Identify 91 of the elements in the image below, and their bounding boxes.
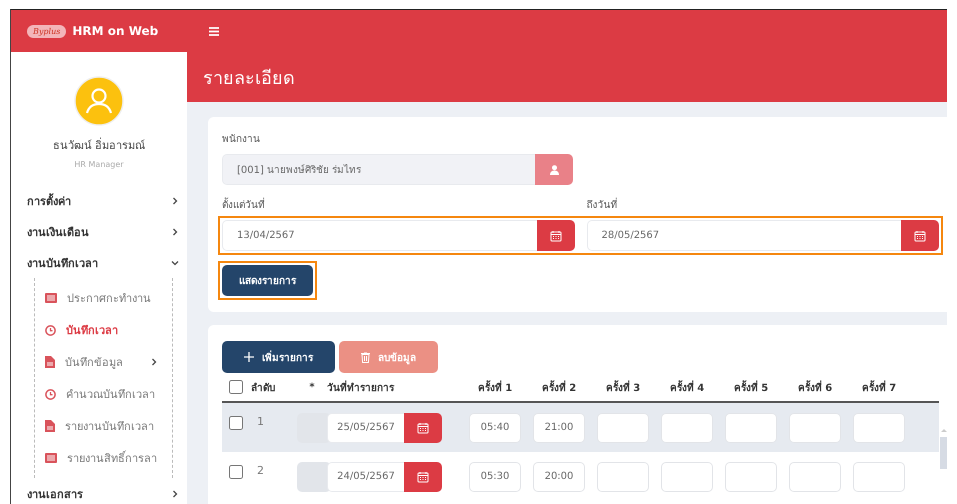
- submenu-label: รายงานบันทึกเวลา: [65, 419, 155, 435]
- date-field[interactable]: 25/05/2567: [327, 412, 404, 442]
- field-label: พนักงาน: [222, 133, 261, 146]
- submenu-label: ประกาศกะทำงาน: [67, 291, 152, 307]
- submenu-item[interactable]: คำนวณบันทึกเวลา: [35, 378, 172, 410]
- column-header: ครั้งที่ 4: [655, 380, 719, 394]
- employee-field[interactable]: [001] นายพงษ์ศิริชัย ร่มไทร: [222, 154, 535, 185]
- user-role: HR Manager: [74, 160, 124, 169]
- time-field[interactable]: 05:30: [469, 462, 521, 492]
- column-header: ครั้งที่ 1: [463, 380, 527, 394]
- chevron-right-icon: [171, 490, 179, 498]
- calendar-icon: [417, 422, 429, 434]
- menu-label: งานเงินเดือน: [27, 224, 89, 240]
- submenu-item[interactable]: รายงานสิทธิ์การลา: [35, 442, 172, 474]
- chevron-right-icon: [171, 196, 179, 204]
- column-header: ลำดับ: [251, 382, 276, 394]
- field-label: ตั้งแต่วันที่: [222, 197, 574, 212]
- status-field: [297, 462, 331, 492]
- menu-icon[interactable]: [209, 26, 219, 36]
- menu-item[interactable]: การตั้งค่า: [27, 185, 179, 216]
- chevron-right-icon: [171, 228, 179, 236]
- list-icon: [45, 293, 57, 303]
- time-field[interactable]: [597, 462, 649, 492]
- calendar-button[interactable]: [404, 412, 442, 442]
- time-field[interactable]: [661, 412, 713, 442]
- avatar-icon: [74, 76, 124, 126]
- column-header: ครั้งที่ 2: [527, 380, 591, 394]
- user-picker-button[interactable]: [535, 154, 573, 185]
- show-button[interactable]: แสดงรายการ: [222, 265, 313, 296]
- time-field[interactable]: [789, 462, 841, 492]
- submenu-label: รายงานสิทธิ์การลา: [67, 450, 158, 467]
- date-field[interactable]: 28/05/2567: [586, 220, 901, 251]
- menu-item[interactable]: งานเงินเดือน: [27, 216, 179, 247]
- clock-icon: [45, 324, 56, 336]
- row-number: 1: [256, 415, 265, 428]
- column-header: ครั้งที่ 5: [719, 380, 783, 394]
- submenu-label: บันทึกข้อมูล: [65, 355, 124, 371]
- date-field[interactable]: 13/04/2567: [222, 220, 536, 251]
- time-field[interactable]: [725, 412, 777, 442]
- menu-label: การตั้งค่า: [27, 192, 71, 210]
- time-field[interactable]: 21:00: [533, 412, 585, 442]
- submenu-item[interactable]: รายงานบันทึกเวลา: [35, 410, 172, 442]
- user-icon: [550, 164, 558, 174]
- chevron-right-icon: [150, 358, 158, 366]
- row-checkbox[interactable]: [229, 465, 243, 479]
- trash-icon: [361, 352, 370, 362]
- menu-item[interactable]: งานเอกสาร: [27, 478, 179, 504]
- time-field[interactable]: [725, 462, 777, 492]
- submenu-label: บันทึกเวลา: [66, 323, 119, 339]
- app-title: HRM on Web: [72, 24, 158, 38]
- submenu-label: คำนวณบันทึกเวลา: [66, 387, 156, 403]
- file-icon: [45, 420, 55, 432]
- column-header: ครั้งที่ 7: [847, 380, 911, 394]
- date-field[interactable]: 24/05/2567: [327, 462, 404, 492]
- calendar-button[interactable]: [536, 220, 574, 251]
- submenu-item[interactable]: บันทึกข้อมูล: [35, 346, 172, 378]
- user-name: ธนวัฒน์ อิ่มอารมณ์: [52, 136, 146, 154]
- calendar-icon: [550, 230, 562, 242]
- menu-label: งานบันทึกเวลา: [27, 256, 98, 272]
- time-field[interactable]: [853, 462, 905, 492]
- submenu-item[interactable]: บันทึกเวลา: [35, 314, 172, 346]
- file-icon: [45, 356, 55, 368]
- submenu-item[interactable]: ประกาศกะทำงาน: [35, 282, 172, 314]
- brand-logo: Byplus: [27, 24, 66, 38]
- field-label: ถึงวันที่: [586, 197, 939, 212]
- column-header: *: [308, 382, 316, 392]
- page-title: รายละเอียด: [203, 66, 295, 90]
- clock-icon: [45, 388, 56, 400]
- time-field[interactable]: [597, 412, 649, 442]
- chevron-down-icon: [171, 258, 179, 266]
- column-header: ครั้งที่ 3: [591, 380, 655, 394]
- time-field[interactable]: 20:00: [533, 462, 585, 492]
- time-field[interactable]: 05:40: [469, 412, 521, 442]
- calendar-button[interactable]: [901, 220, 939, 251]
- calendar-button[interactable]: [404, 462, 442, 492]
- column-header: ครั้งที่ 6: [783, 380, 847, 394]
- time-field[interactable]: [853, 412, 905, 442]
- column-header: วันที่ทำรายการ: [327, 380, 396, 394]
- list-icon: [45, 453, 57, 463]
- select-all-checkbox[interactable]: [229, 380, 243, 394]
- row-checkbox[interactable]: [229, 416, 243, 430]
- plus-icon: [244, 352, 254, 362]
- row-number: 2: [256, 464, 265, 477]
- calendar-icon: [417, 470, 429, 482]
- status-field: [297, 412, 331, 442]
- add-button[interactable]: เพิ่มรายการ: [222, 341, 335, 373]
- menu-label: งานเอกสาร: [27, 486, 83, 502]
- time-field[interactable]: [789, 412, 841, 442]
- menu-item[interactable]: งานบันทึกเวลา: [27, 247, 179, 278]
- calendar-icon: [914, 230, 926, 242]
- time-field[interactable]: [661, 462, 713, 492]
